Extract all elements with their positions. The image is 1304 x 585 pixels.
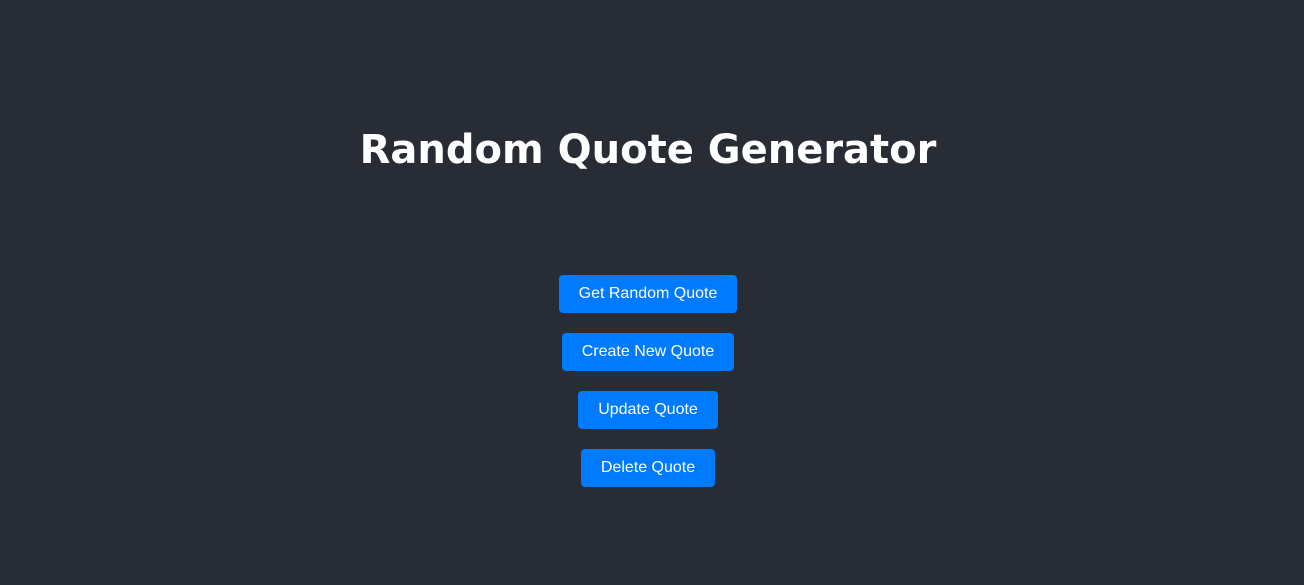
quote-actions: Get Random Quote Create New Quote Update… (0, 275, 1296, 487)
update-quote-button[interactable]: Update Quote (578, 391, 718, 429)
get-random-quote-button[interactable]: Get Random Quote (558, 275, 738, 313)
create-new-quote-button[interactable]: Create New Quote (561, 333, 735, 371)
delete-quote-button[interactable]: Delete Quote (580, 449, 716, 487)
page-title: Random Quote Generator (359, 127, 937, 173)
